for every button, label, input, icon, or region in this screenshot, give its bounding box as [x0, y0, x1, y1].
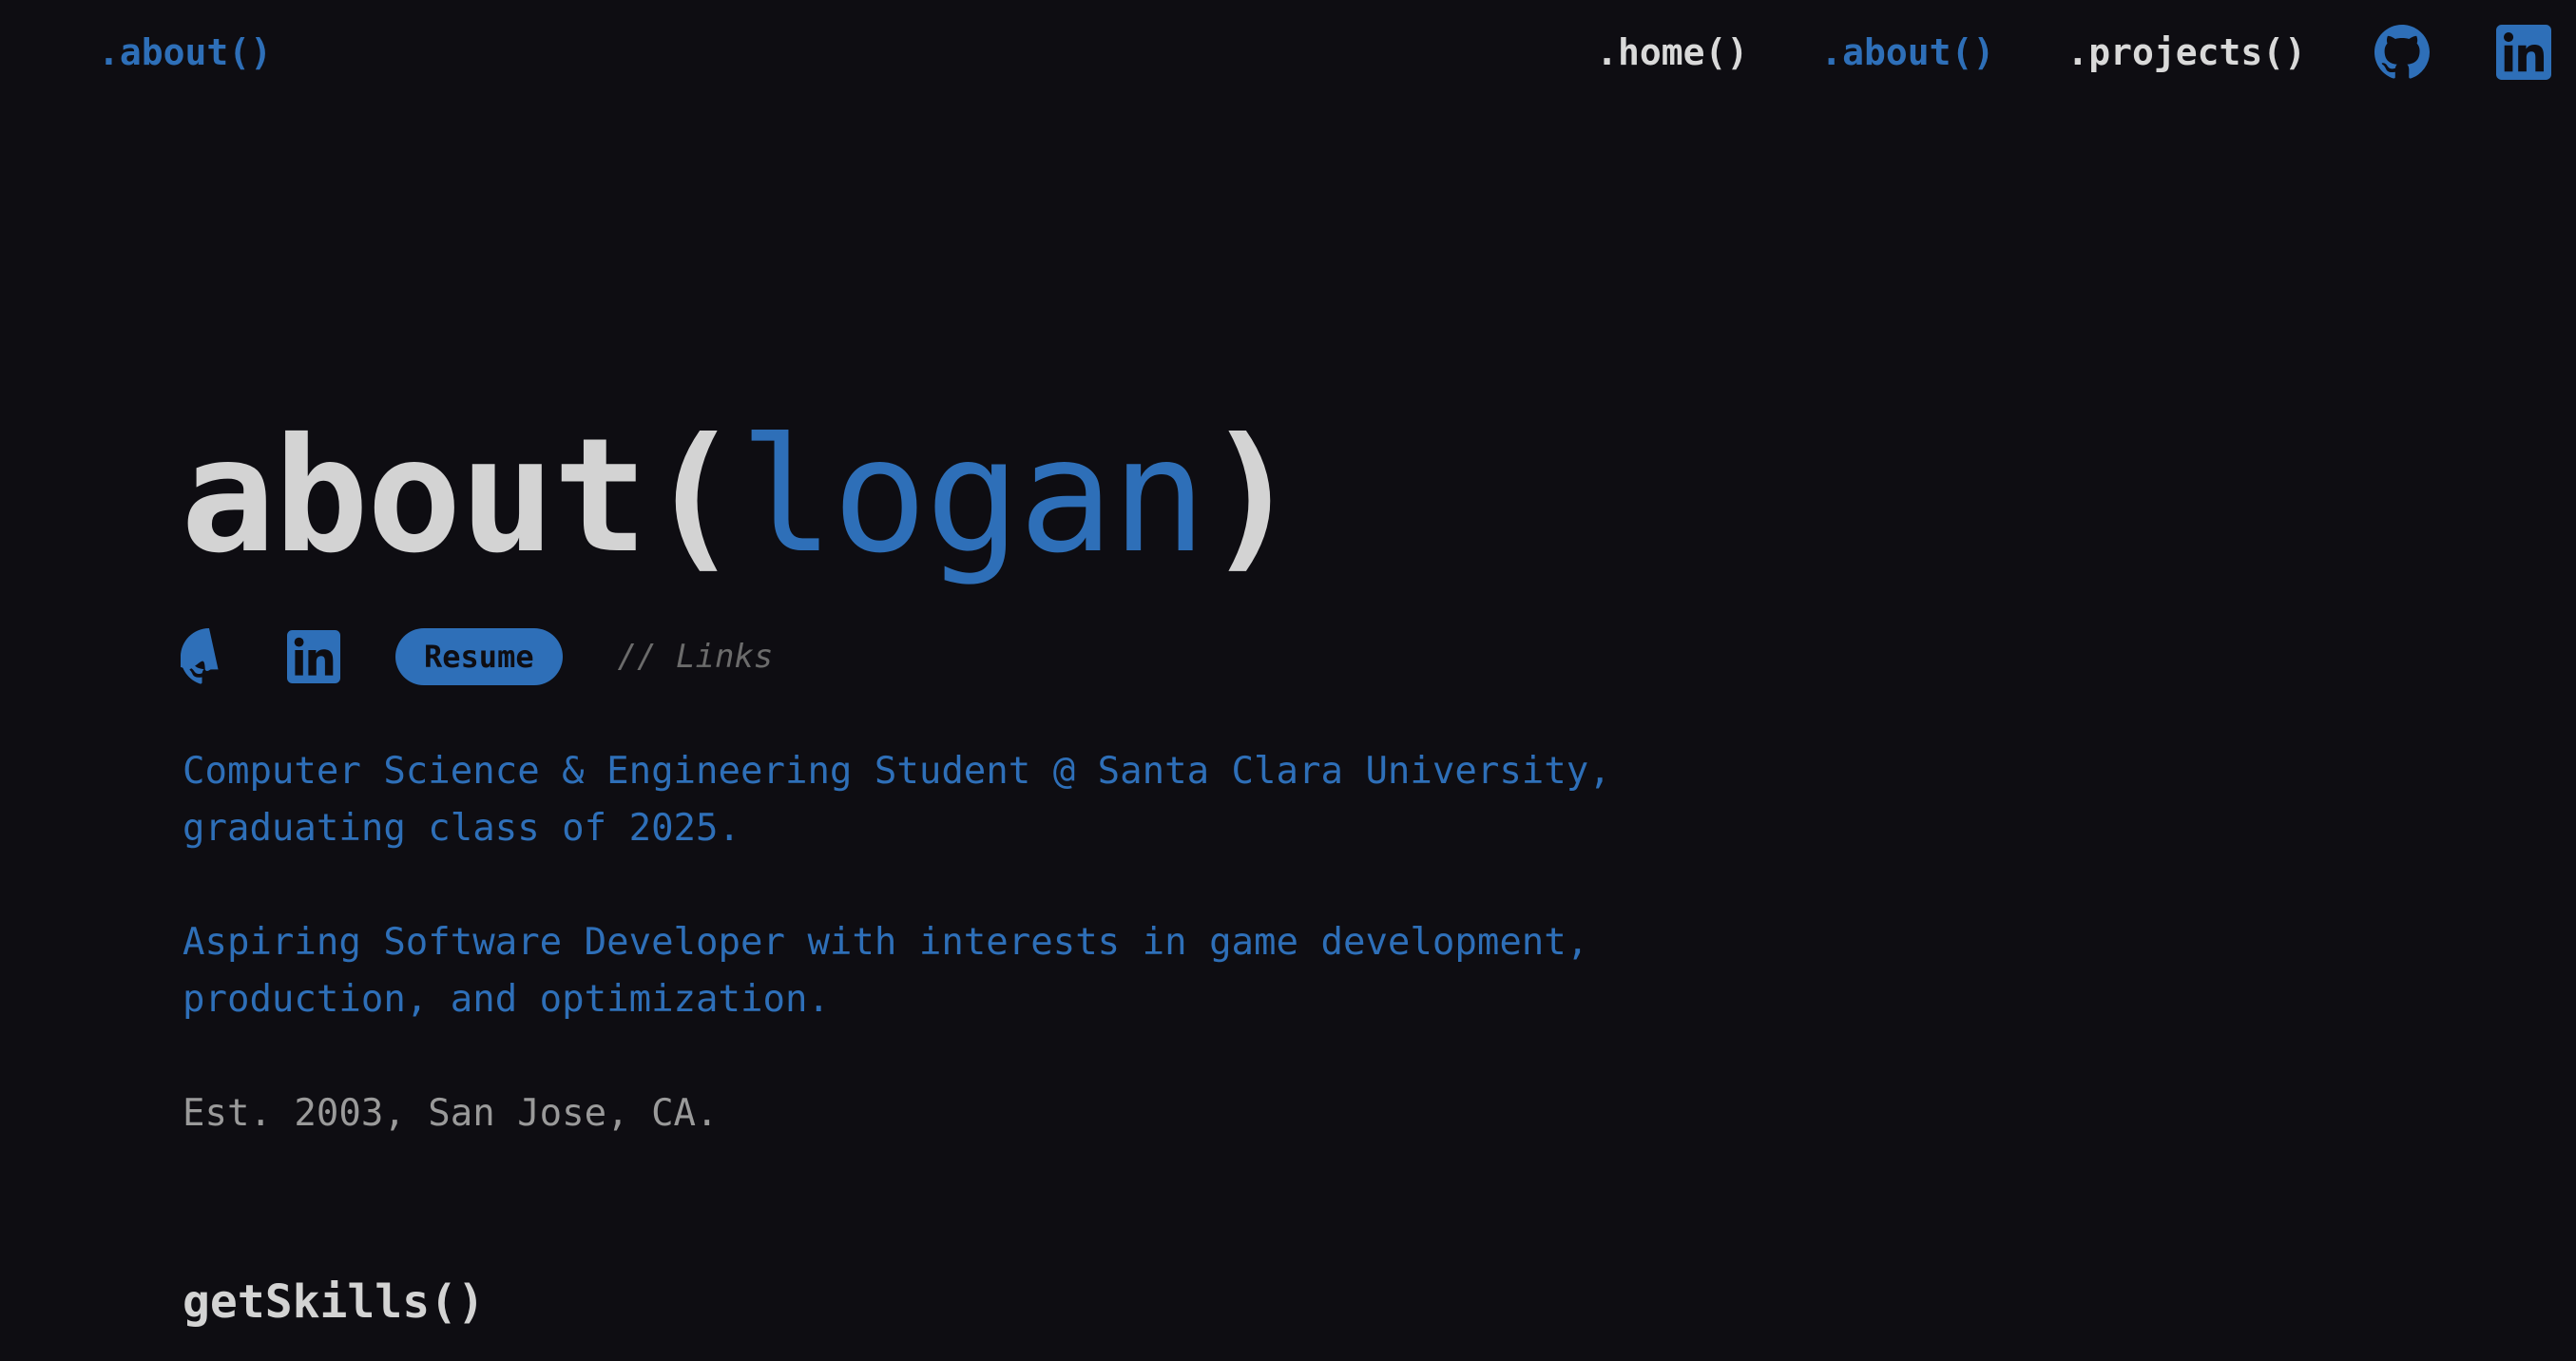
- links-comment: // Links: [617, 638, 774, 676]
- github-icon[interactable]: [2374, 25, 2430, 80]
- title-argument: logan: [739, 405, 1207, 588]
- linkedin-icon[interactable]: [2496, 25, 2551, 80]
- brand-link[interactable]: .about(): [98, 27, 272, 78]
- nav-about-link[interactable]: .about(): [1820, 27, 1994, 78]
- title-function: about(: [181, 405, 741, 588]
- page-title: about(logan): [181, 405, 1299, 588]
- nav-home-link[interactable]: .home(): [1596, 27, 1748, 78]
- skills-heading: getSkills(): [183, 1275, 485, 1329]
- links-row: Resume // Links: [181, 625, 773, 688]
- resume-button[interactable]: Resume: [395, 628, 563, 685]
- title-close-paren: ): [1204, 405, 1299, 588]
- github-icon[interactable]: [181, 628, 238, 685]
- page: .about() .home() .about() .projects() ab…: [0, 0, 2576, 1361]
- bio-interests: Aspiring Software Developer with interes…: [183, 921, 1589, 1021]
- top-nav: .home() .about() .projects(): [1524, 13, 2551, 91]
- nav-projects-link[interactable]: .projects(): [2067, 27, 2306, 78]
- bio-origin: Est. 2003, San Jose, CA.: [183, 1092, 719, 1135]
- linkedin-icon[interactable]: [287, 630, 340, 683]
- bio-education: Computer Science & Engineering Student @…: [183, 750, 1611, 850]
